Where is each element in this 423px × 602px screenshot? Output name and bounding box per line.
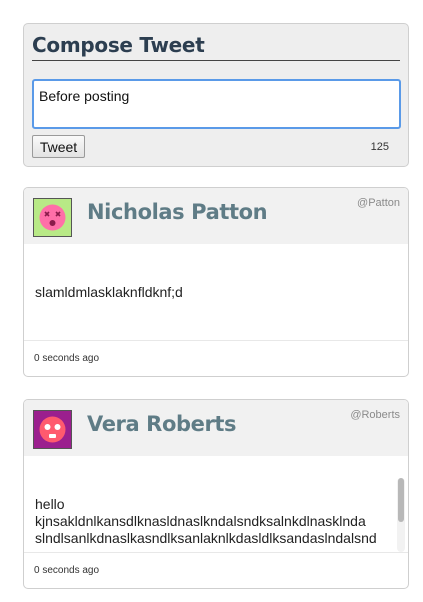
author-handle[interactable]: @Patton <box>357 197 400 209</box>
tweet-footer: 0 seconds ago <box>24 340 408 376</box>
tweet-card: Vera Roberts @Roberts hello kjnsakldnlka… <box>23 399 409 589</box>
author-name[interactable]: Vera Roberts <box>87 412 237 436</box>
tweet-line: kjnsakldnlkansdlknasldnaslkndalsndksalnk… <box>35 513 366 529</box>
dizzy-face-icon <box>33 198 72 237</box>
tweet-line: slndlsanlkdnaslkasndlksanlaknlkdasldlksa… <box>35 530 377 546</box>
author-handle[interactable]: @Roberts <box>350 409 400 421</box>
tweet-input[interactable] <box>32 79 401 129</box>
tweet-button[interactable]: Tweet <box>32 135 85 158</box>
tweet-header: Vera Roberts @Roberts <box>24 400 408 456</box>
avatar-graphic <box>39 204 66 231</box>
tweet-text: hello kjnsakldnlkansdlknasldnaslkndalsnd… <box>35 496 388 551</box>
robot-face-icon <box>33 410 72 449</box>
avatar-graphic <box>39 416 66 443</box>
tweet-text: slamldmlasklaknfldknf;d <box>35 284 183 300</box>
char-counter: 125 <box>370 141 389 153</box>
compose-title: Compose Tweet <box>32 33 205 57</box>
compose-panel: Compose Tweet Tweet 125 <box>23 23 409 167</box>
scrollbar-thumb[interactable] <box>398 478 404 522</box>
timestamp: 0 seconds ago <box>34 353 100 364</box>
tweet-header: Nicholas Patton @Patton <box>24 188 408 244</box>
tweet-scrollbar[interactable] <box>397 478 405 552</box>
tweet-card: Nicholas Patton @Patton slamldmlasklaknf… <box>23 187 409 377</box>
title-divider <box>32 60 400 61</box>
timestamp: 0 seconds ago <box>34 565 100 576</box>
author-name[interactable]: Nicholas Patton <box>87 200 268 224</box>
tweet-line: hello <box>35 496 65 512</box>
tweet-footer: 0 seconds ago <box>24 552 408 588</box>
